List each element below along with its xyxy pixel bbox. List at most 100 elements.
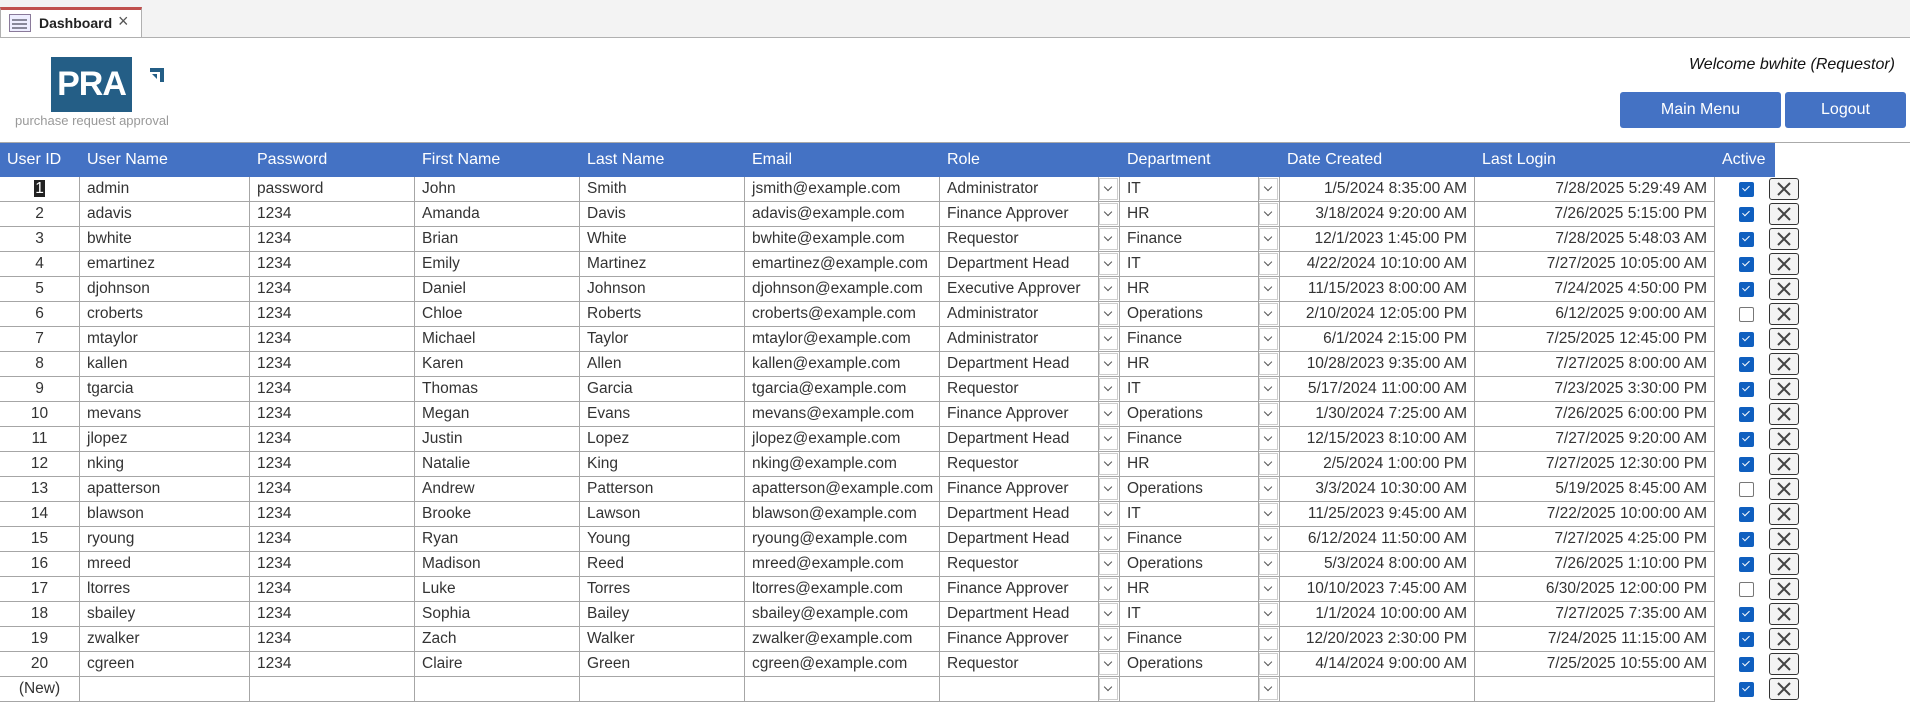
cell-user-id[interactable]: 13 xyxy=(0,477,80,502)
cell-role[interactable]: Department Head xyxy=(940,427,1099,452)
cell-first-name[interactable]: Brian xyxy=(415,227,580,252)
cell-password[interactable]: password xyxy=(250,177,415,202)
cell-first-name[interactable]: Karen xyxy=(415,352,580,377)
cell-department[interactable]: Operations xyxy=(1120,302,1259,327)
cell-password[interactable]: 1234 xyxy=(250,652,415,677)
cell-password[interactable]: 1234 xyxy=(250,327,415,352)
cell-date-created[interactable]: 11/15/2023 8:00:00 AM xyxy=(1280,277,1475,302)
delete-button[interactable] xyxy=(1769,278,1799,300)
column-header-department[interactable]: Department xyxy=(1120,143,1280,177)
cell-email[interactable]: tgarcia@example.com xyxy=(745,377,940,402)
cell-first-name[interactable]: Sophia xyxy=(415,602,580,627)
cell-department[interactable]: Finance xyxy=(1120,427,1259,452)
active-checkbox[interactable] xyxy=(1739,432,1754,447)
cell-last-name[interactable]: Davis xyxy=(580,202,745,227)
cell-last-name[interactable]: King xyxy=(580,452,745,477)
cell-date-created[interactable]: 5/3/2024 8:00:00 AM xyxy=(1280,552,1475,577)
cell-password[interactable]: 1234 xyxy=(250,602,415,627)
cell-first-name[interactable]: Zach xyxy=(415,627,580,652)
cell-password[interactable]: 1234 xyxy=(250,452,415,477)
cell-department[interactable]: IT xyxy=(1120,602,1259,627)
cell-last-name[interactable]: Roberts xyxy=(580,302,745,327)
cell-last-login[interactable] xyxy=(1475,677,1715,702)
chevron-down-icon[interactable] xyxy=(1099,528,1118,550)
cell-user-id[interactable]: 4 xyxy=(0,252,80,277)
cell-first-name[interactable]: Megan xyxy=(415,402,580,427)
cell-user-id[interactable]: 10 xyxy=(0,402,80,427)
cell-password[interactable]: 1234 xyxy=(250,252,415,277)
cell-password[interactable]: 1234 xyxy=(250,477,415,502)
cell-email[interactable]: adavis@example.com xyxy=(745,202,940,227)
cell-role[interactable]: Requestor xyxy=(940,552,1099,577)
active-checkbox[interactable] xyxy=(1739,607,1754,622)
cell-last-name[interactable] xyxy=(580,677,745,702)
cell-last-name[interactable]: Young xyxy=(580,527,745,552)
cell-user-name[interactable]: apatterson xyxy=(80,477,250,502)
cell-date-created[interactable]: 12/15/2023 8:10:00 AM xyxy=(1280,427,1475,452)
cell-password[interactable]: 1234 xyxy=(250,427,415,452)
cell-role[interactable] xyxy=(940,677,1099,702)
cell-last-name[interactable]: Johnson xyxy=(580,277,745,302)
cell-last-name[interactable]: Martinez xyxy=(580,252,745,277)
cell-last-login[interactable]: 7/27/2025 10:05:00 AM xyxy=(1475,252,1715,277)
cell-last-login[interactable]: 7/25/2025 10:55:00 AM xyxy=(1475,652,1715,677)
main-menu-button[interactable]: Main Menu xyxy=(1620,92,1781,128)
chevron-down-icon[interactable] xyxy=(1259,228,1278,250)
cell-date-created[interactable]: 4/22/2024 10:10:00 AM xyxy=(1280,252,1475,277)
cell-user-name[interactable]: kallen xyxy=(80,352,250,377)
cell-email[interactable]: jsmith@example.com xyxy=(745,177,940,202)
cell-first-name[interactable]: Justin xyxy=(415,427,580,452)
cell-department[interactable]: Operations xyxy=(1120,552,1259,577)
cell-department[interactable]: HR xyxy=(1120,452,1259,477)
tab-dashboard[interactable]: Dashboard × xyxy=(0,7,142,37)
cell-last-login[interactable]: 5/19/2025 8:45:00 AM xyxy=(1475,477,1715,502)
cell-role[interactable]: Finance Approver xyxy=(940,477,1099,502)
cell-department[interactable]: Finance xyxy=(1120,227,1259,252)
delete-button[interactable] xyxy=(1769,478,1799,500)
active-checkbox[interactable] xyxy=(1739,507,1754,522)
cell-user-name[interactable]: tgarcia xyxy=(80,377,250,402)
cell-role[interactable]: Requestor xyxy=(940,377,1099,402)
cell-password[interactable]: 1234 xyxy=(250,627,415,652)
cell-user-id[interactable]: 12 xyxy=(0,452,80,477)
cell-email[interactable]: djohnson@example.com xyxy=(745,277,940,302)
cell-user-id[interactable]: 3 xyxy=(0,227,80,252)
chevron-down-icon[interactable] xyxy=(1099,203,1118,225)
cell-department[interactable]: HR xyxy=(1120,352,1259,377)
cell-last-login[interactable]: 7/28/2025 5:29:49 AM xyxy=(1475,177,1715,202)
cell-user-name[interactable]: ltorres xyxy=(80,577,250,602)
cell-first-name[interactable]: Chloe xyxy=(415,302,580,327)
cell-user-name[interactable]: nking xyxy=(80,452,250,477)
cell-date-created[interactable]: 10/10/2023 7:45:00 AM xyxy=(1280,577,1475,602)
delete-button[interactable] xyxy=(1769,603,1799,625)
cell-role[interactable]: Department Head xyxy=(940,352,1099,377)
cell-password[interactable]: 1234 xyxy=(250,527,415,552)
cell-user-name[interactable]: mreed xyxy=(80,552,250,577)
chevron-down-icon[interactable] xyxy=(1099,428,1118,450)
cell-user-name[interactable]: jlopez xyxy=(80,427,250,452)
column-header-password[interactable]: Password xyxy=(250,143,415,177)
cell-role[interactable]: Requestor xyxy=(940,227,1099,252)
cell-role[interactable]: Requestor xyxy=(940,452,1099,477)
cell-first-name[interactable]: Amanda xyxy=(415,202,580,227)
chevron-down-icon[interactable] xyxy=(1259,653,1278,675)
cell-last-login[interactable]: 7/27/2025 7:35:00 AM xyxy=(1475,602,1715,627)
active-checkbox[interactable] xyxy=(1739,457,1754,472)
cell-last-login[interactable]: 7/26/2025 6:00:00 PM xyxy=(1475,402,1715,427)
cell-password[interactable]: 1234 xyxy=(250,202,415,227)
cell-department[interactable]: Finance xyxy=(1120,527,1259,552)
cell-user-id[interactable]: 19 xyxy=(0,627,80,652)
delete-button[interactable] xyxy=(1769,203,1799,225)
cell-department[interactable]: HR xyxy=(1120,202,1259,227)
cell-date-created[interactable]: 4/14/2024 9:00:00 AM xyxy=(1280,652,1475,677)
chevron-down-icon[interactable] xyxy=(1099,603,1118,625)
chevron-down-icon[interactable] xyxy=(1099,303,1118,325)
active-checkbox[interactable] xyxy=(1739,307,1754,322)
chevron-down-icon[interactable] xyxy=(1259,478,1278,500)
cell-user-id[interactable]: 7 xyxy=(0,327,80,352)
cell-role[interactable]: Requestor xyxy=(940,652,1099,677)
cell-first-name[interactable]: Luke xyxy=(415,577,580,602)
cell-first-name[interactable]: Brooke xyxy=(415,502,580,527)
cell-email[interactable]: bwhite@example.com xyxy=(745,227,940,252)
cell-email[interactable]: kallen@example.com xyxy=(745,352,940,377)
